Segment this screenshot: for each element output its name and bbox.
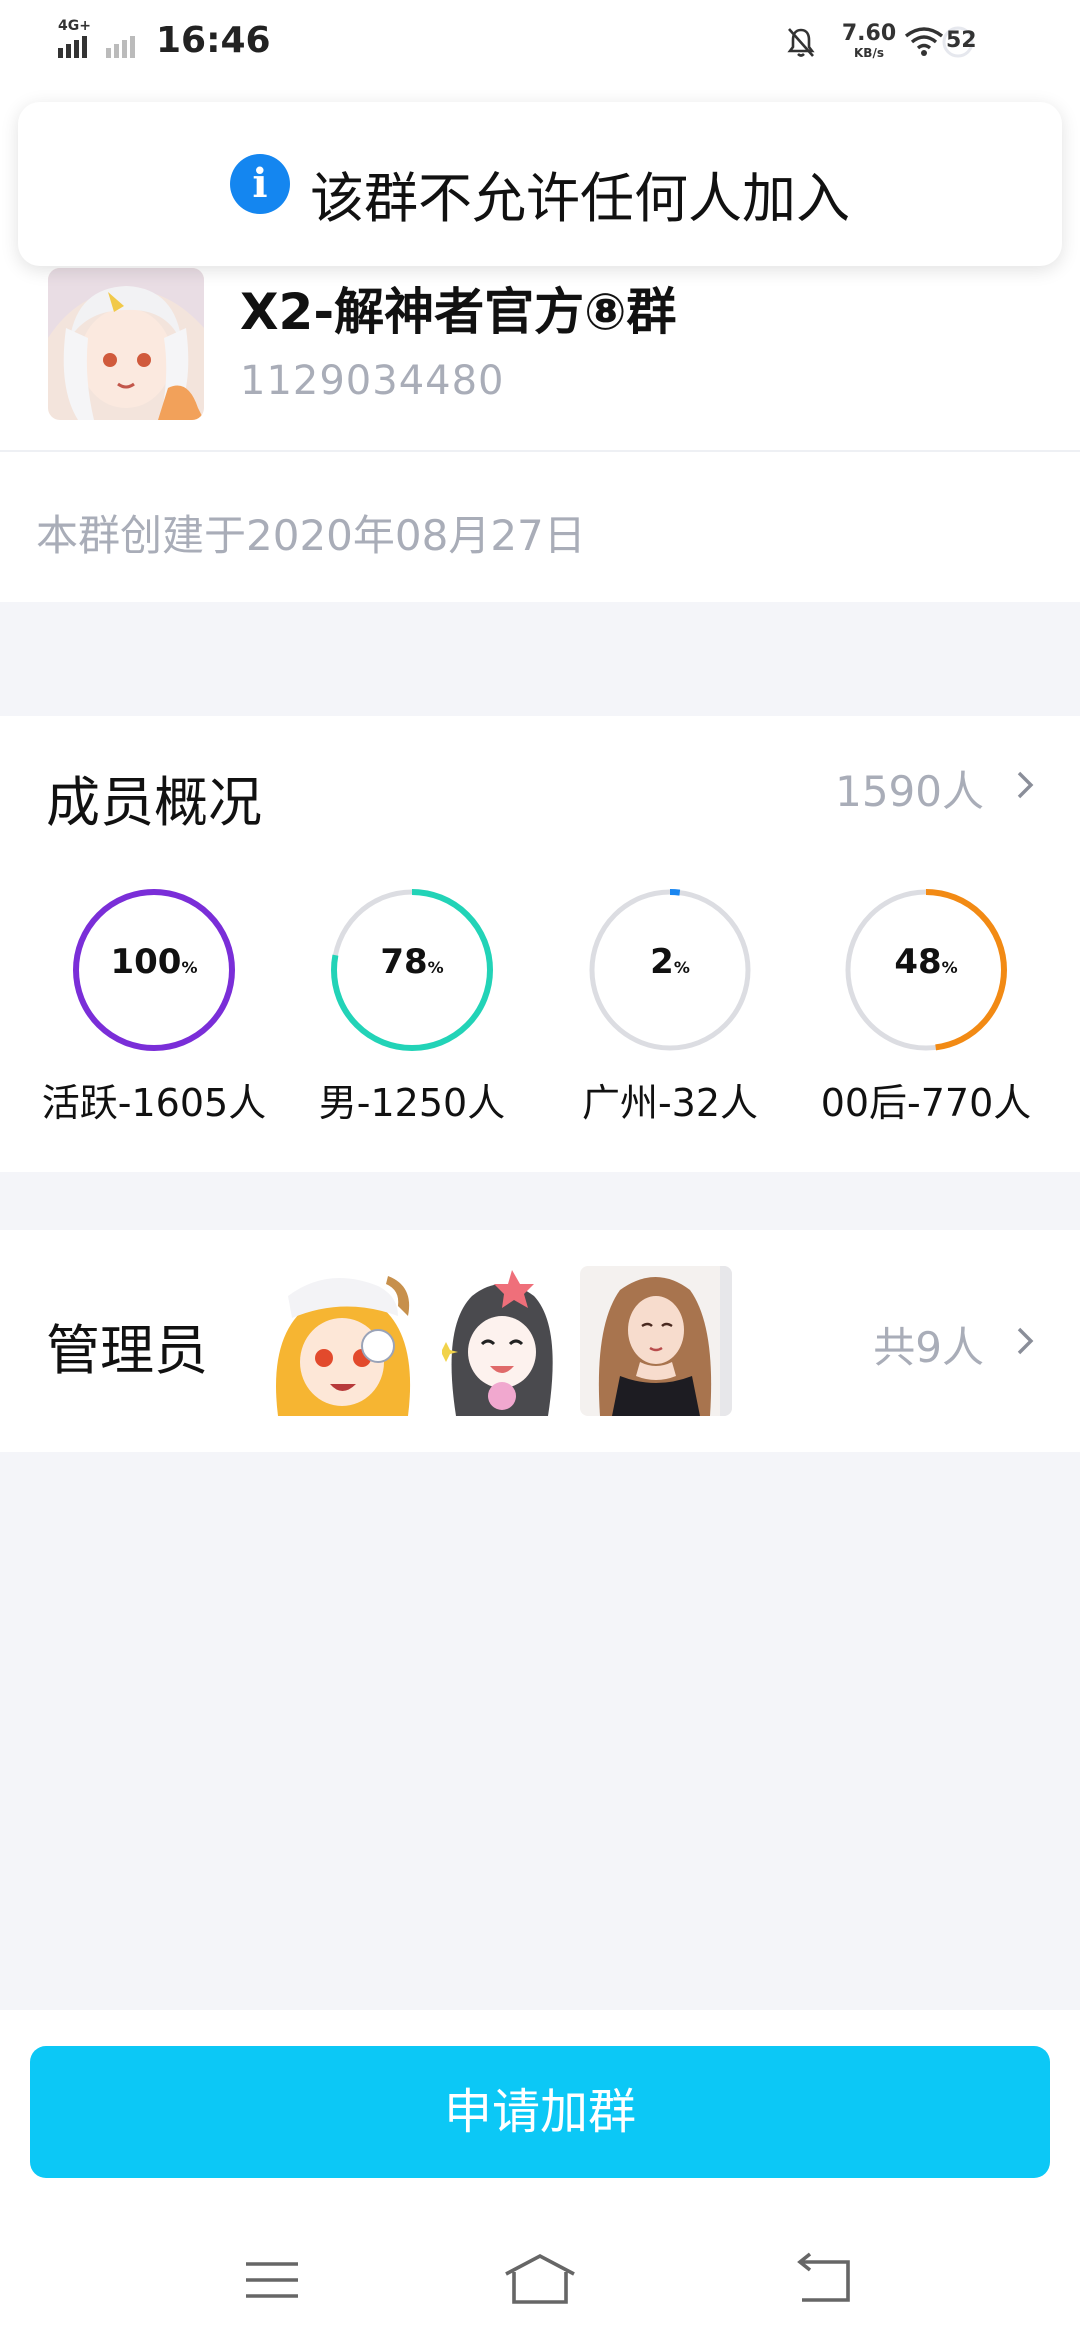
admins-count: 共9人: [873, 1323, 984, 1372]
member-stat: 78% 男-1250人: [282, 886, 542, 1136]
toast-notification: i 该群不允许任何人加入: [18, 102, 1062, 266]
chevron-right-icon: [1017, 1327, 1034, 1355]
apply-join-button[interactable]: 申请加群: [30, 2046, 1050, 2178]
signal-icon: [58, 36, 135, 58]
admins-row[interactable]: 管理员 共9人: [0, 1230, 1080, 1452]
status-bar: 4G+ 16:46 7.60 KB/s 52: [0, 0, 1080, 84]
wifi-icon: [904, 27, 944, 56]
stat-percent: 2%: [650, 942, 690, 982]
stat-label: 00后-770人: [820, 1081, 1032, 1125]
net-speed: 7.60 KB/s: [841, 21, 897, 61]
group-created-date: 本群创建于2020年08月27日: [36, 511, 586, 560]
stat-label: 广州-32人: [581, 1081, 759, 1125]
toast-message: 该群不允许任何人加入: [310, 167, 850, 230]
group-created-row: 本群创建于2020年08月27日: [0, 452, 1080, 602]
back-icon[interactable]: [784, 2250, 864, 2310]
status-right: 7.60 KB/s 52: [780, 14, 1080, 70]
admins-title: 管理员: [46, 1319, 208, 1382]
member-stat: 100% 活跃-1605人: [24, 886, 284, 1136]
member-stat: 48% 00后-770人: [796, 886, 1056, 1136]
menu-icon[interactable]: [232, 2250, 312, 2310]
stat-label: 活跃-1605人: [41, 1081, 267, 1125]
group-id: 1129034480: [240, 358, 505, 404]
stat-label: 男-1250人: [318, 1081, 506, 1125]
stat-percent: 78%: [380, 942, 444, 982]
members-title: 成员概况: [46, 771, 262, 834]
clock: 16:46: [156, 20, 271, 61]
member-stat: 2% 广州-32人: [540, 886, 800, 1136]
stat-percent: 100%: [110, 942, 198, 982]
admin-avatar[interactable]: [442, 1266, 562, 1416]
stat-percent: 48%: [894, 942, 958, 982]
info-icon: i: [230, 154, 290, 214]
admin-avatar[interactable]: [580, 1266, 732, 1416]
network-type: 4G+: [58, 18, 91, 34]
members-count: 1590人: [835, 767, 984, 816]
home-icon[interactable]: [500, 2250, 580, 2310]
chevron-right-icon: [1017, 771, 1034, 799]
admin-avatar[interactable]: [268, 1266, 420, 1416]
mute-bell-icon: [787, 28, 815, 57]
system-nav-bar: [0, 2220, 1080, 2340]
members-overview[interactable]: 成员概况 1590人 100% 活跃-1605人 78% 男-1250人 2% 广州-32…: [0, 716, 1080, 1172]
group-name: X2-解神者官方⑧群: [240, 283, 677, 341]
group-avatar[interactable]: [48, 268, 204, 420]
battery-level: 52: [946, 28, 977, 53]
